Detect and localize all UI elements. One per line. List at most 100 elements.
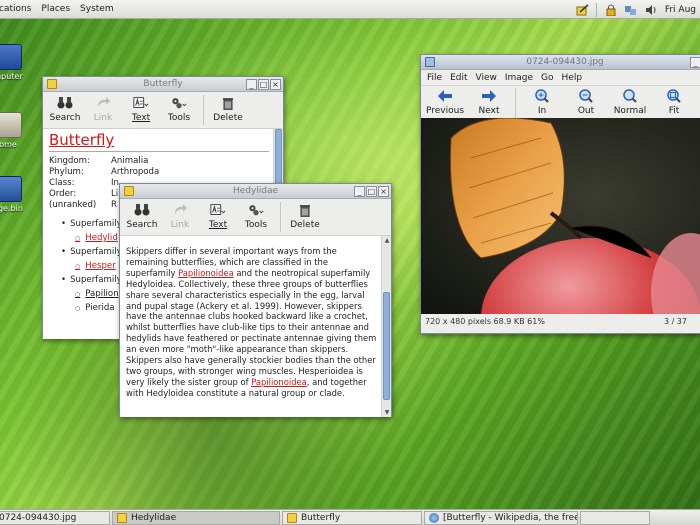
notes-icon[interactable]: [576, 3, 589, 16]
infobox-value: Arthropoda: [111, 167, 160, 177]
window-title: 0724-094430.jpg: [526, 57, 604, 67]
hedylidae-window: Hedylidae _ □ × Search Link Text Tools D…: [119, 183, 392, 417]
link-label: Link: [93, 113, 113, 123]
window-controls: _: [690, 57, 700, 68]
menu-image[interactable]: Image: [501, 73, 537, 83]
image-position: 3 / 37: [663, 316, 687, 326]
menu-help[interactable]: Help: [558, 73, 587, 83]
tray-separator: [595, 2, 597, 17]
previous-label: Previous: [425, 106, 465, 116]
clock[interactable]: Fri Aug: [665, 5, 696, 15]
delete-button[interactable]: Delete: [287, 202, 323, 230]
maximize-icon[interactable]: □: [258, 79, 269, 90]
minimize-icon[interactable]: _: [246, 79, 257, 90]
link-button[interactable]: Link: [85, 95, 121, 123]
zoom-out-icon: [578, 88, 594, 104]
minimize-icon[interactable]: _: [354, 186, 365, 197]
zoom-out-button[interactable]: Out: [564, 88, 608, 116]
hedylidae-scrollbar[interactable]: ▲ ▼: [381, 236, 391, 417]
delete-button[interactable]: Delete: [210, 95, 246, 123]
link-label: Link: [170, 220, 190, 230]
scrollbar-thumb[interactable]: [383, 292, 390, 400]
disk-image-icon: [0, 176, 22, 202]
window-title: Hedylidae: [232, 186, 279, 196]
task-butterfly[interactable]: Butterfly: [282, 511, 422, 525]
link-arrow-icon: [95, 95, 111, 111]
image-viewer-app-icon: [425, 57, 435, 67]
desktop-icon-image-bin[interactable]: age.bin: [0, 176, 28, 213]
previous-button[interactable]: Previous: [423, 88, 467, 116]
computer-icon: [0, 44, 22, 70]
task-hedylidae[interactable]: Hedylidae: [112, 511, 280, 525]
body-text: and the neotropical superfamily Hedyloid…: [126, 267, 377, 387]
task-label: 0724-094430.jpg: [0, 513, 77, 523]
desktop-icon-computer[interactable]: mputer: [0, 44, 28, 81]
network-icon[interactable]: [624, 4, 637, 16]
note-app-icon: [117, 513, 127, 523]
task-label: Hedylidae: [131, 513, 177, 523]
menu-edit[interactable]: Edit: [446, 73, 471, 83]
search-label: Search: [49, 113, 81, 123]
desktop-icon-home[interactable]: ome: [0, 112, 28, 149]
text-button[interactable]: Text: [123, 95, 159, 123]
note-body-paragraph[interactable]: Skippers differ in several important way…: [120, 236, 391, 399]
task-image-viewer[interactable]: 0724-094430.jpg: [0, 511, 110, 525]
task-overflow[interactable]: [580, 511, 650, 525]
link-papilionoidea[interactable]: Papilionoidea: [178, 268, 234, 278]
tools-label: Tools: [244, 220, 268, 230]
menu-file[interactable]: File: [423, 73, 446, 83]
infobox-key: Kingdom:: [49, 156, 90, 166]
desktop-icon-label: ome: [0, 140, 17, 149]
infobox-key: Order:: [49, 189, 77, 199]
places-menu[interactable]: Places: [36, 4, 75, 14]
zoom-fit-label: Fit: [668, 106, 680, 116]
search-button[interactable]: Search: [124, 202, 160, 230]
search-label: Search: [126, 220, 158, 230]
scroll-up-icon[interactable]: ▲: [382, 236, 391, 245]
link-button[interactable]: Link: [162, 202, 198, 230]
butterfly-titlebar[interactable]: Butterfly _ □ ×: [43, 77, 283, 92]
delete-label: Delete: [290, 220, 320, 230]
close-icon[interactable]: ×: [378, 186, 389, 197]
hedylidae-titlebar[interactable]: Hedylidae _ □ ×: [120, 184, 391, 199]
binoculars-icon: [57, 95, 73, 111]
system-menu[interactable]: System: [75, 4, 119, 14]
arrow-right-icon: [481, 88, 497, 104]
infobox-key: Class:: [49, 178, 75, 188]
menu-view[interactable]: View: [472, 73, 501, 83]
desktop-icon-label: mputer: [0, 72, 23, 81]
next-button[interactable]: Next: [467, 88, 511, 116]
zoom-fit-icon: [666, 88, 682, 104]
image-canvas[interactable]: [421, 118, 700, 314]
note-heading[interactable]: Butterfly: [43, 129, 283, 149]
lock-icon[interactable]: [605, 4, 617, 16]
infobox-value: R: [111, 200, 117, 210]
volume-icon[interactable]: [645, 4, 657, 16]
hedylidae-note-content[interactable]: Skippers differ in several important way…: [120, 236, 391, 417]
tools-button[interactable]: Tools: [238, 202, 274, 230]
task-browser[interactable]: [Butterfly - Wikipedia, the free...: [424, 511, 578, 525]
link-papilionoidea[interactable]: Papilionoidea: [251, 377, 307, 387]
zoom-normal-button[interactable]: Normal: [608, 88, 652, 116]
text-button[interactable]: Text: [200, 202, 236, 230]
menu-go[interactable]: Go: [537, 73, 557, 83]
butterfly-toolbar: Search Link Text Tools Delete: [43, 92, 283, 129]
applications-menu[interactable]: cations: [0, 4, 36, 14]
window-controls: _ □ ×: [354, 186, 389, 197]
zoom-fit-button[interactable]: Fit: [652, 88, 696, 116]
close-icon[interactable]: ×: [270, 79, 281, 90]
zoom-in-label: In: [537, 106, 547, 116]
text-format-icon: [210, 202, 226, 218]
tools-gear-icon: [171, 95, 187, 111]
minimize-icon[interactable]: _: [690, 57, 700, 68]
image-viewer-titlebar[interactable]: 0724-094430.jpg _: [421, 55, 700, 70]
search-button[interactable]: Search: [47, 95, 83, 123]
trash-icon: [220, 95, 236, 111]
image-viewer-window: 0724-094430.jpg _ File Edit View Image G…: [420, 54, 700, 334]
link-arrow-icon: [172, 202, 188, 218]
scroll-down-icon[interactable]: ▼: [382, 408, 391, 417]
tools-button[interactable]: Tools: [161, 95, 197, 123]
infobox-value: Li: [111, 189, 119, 199]
maximize-icon[interactable]: □: [366, 186, 377, 197]
zoom-in-button[interactable]: In: [520, 88, 564, 116]
